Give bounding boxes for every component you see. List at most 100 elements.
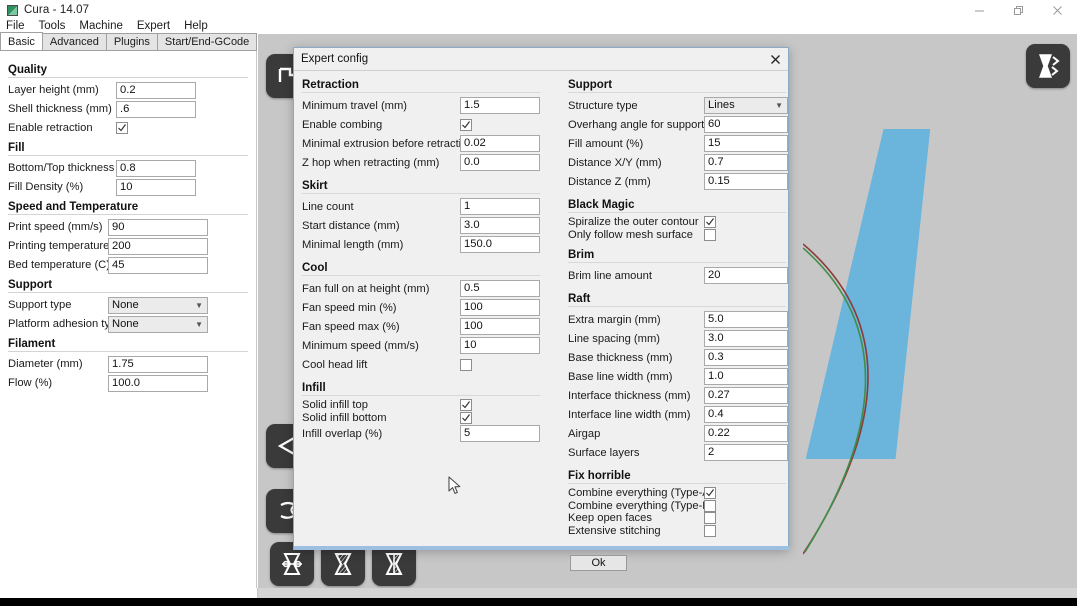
support-distance-xy-input[interactable]: 0.7 <box>704 154 788 171</box>
overhang-angle-input[interactable]: 60 <box>704 116 788 133</box>
setting-label: Platform adhesion type <box>8 318 123 330</box>
raft-airgap-input[interactable]: 0.22 <box>704 425 788 442</box>
combine-everything-type-a-checkbox[interactable] <box>704 487 716 500</box>
support-fill-amount-input[interactable]: 15 <box>704 135 788 152</box>
minimum-travel-input[interactable]: 1.5 <box>460 97 540 114</box>
close-button[interactable] <box>1038 0 1077 20</box>
enable-combing-checkbox[interactable] <box>460 118 472 131</box>
window-controls <box>960 0 1077 20</box>
group-title-support: Support <box>8 279 53 291</box>
group-title-speed-temperature: Speed and Temperature <box>8 201 139 213</box>
extensive-stitching-checkbox[interactable] <box>704 524 716 537</box>
menu-item-machine[interactable]: Machine <box>72 20 129 33</box>
minimum-speed-input[interactable]: 10 <box>460 337 540 354</box>
menu-item-expert[interactable]: Expert <box>130 20 177 33</box>
skirt-minimal-length-input[interactable]: 150.0 <box>460 236 540 253</box>
chevron-down-icon: ▼ <box>775 101 783 110</box>
setting-row: Printing temperature (C) 200 <box>0 237 256 255</box>
dialog-close-button[interactable] <box>766 51 784 68</box>
skirt-start-distance-input[interactable]: 3.0 <box>460 217 540 234</box>
brim-line-amount-input[interactable]: 20 <box>704 267 788 284</box>
divider <box>8 292 248 293</box>
setting-row: Enable combing <box>300 115 542 134</box>
menu-item-help[interactable]: Help <box>177 20 215 33</box>
setting-row: Bottom/Top thickness (mm) 0.8 <box>0 159 256 177</box>
setting-row: Solid infill top <box>300 399 542 412</box>
skirt-line-count-input[interactable]: 1 <box>460 198 540 215</box>
restore-button[interactable] <box>999 0 1038 20</box>
cool-head-lift-checkbox[interactable] <box>460 358 472 371</box>
filament-flow-input[interactable]: 100.0 <box>108 374 208 392</box>
raft-line-spacing-input[interactable]: 3.0 <box>704 330 788 347</box>
support-distance-z-input[interactable]: 0.15 <box>704 173 788 190</box>
layer-height-input[interactable]: 0.2 <box>116 81 196 99</box>
setting-row: Extra margin (mm) 5.0 <box>566 310 788 329</box>
divider <box>568 306 786 307</box>
bed-temperature-input[interactable]: 45 <box>108 256 208 274</box>
setting-row: Interface thickness (mm) 0.27 <box>566 386 788 405</box>
divider <box>8 155 248 156</box>
setting-label: Combine everything (Type-A) <box>568 487 714 500</box>
keep-open-faces-checkbox[interactable] <box>704 512 716 525</box>
group-title-cool: Cool <box>302 262 328 274</box>
dialog-title-bar: Expert config <box>294 48 788 71</box>
fan-speed-max-input[interactable]: 100 <box>460 318 540 335</box>
setting-label: Fan speed max (%) <box>302 320 400 333</box>
setting-row: Layer height (mm) 0.2 <box>0 81 256 99</box>
support-type-value: None <box>112 298 139 311</box>
support-type-select[interactable]: None ▼ <box>108 296 208 314</box>
raft-base-line-width-input[interactable]: 1.0 <box>704 368 788 385</box>
platform-adhesion-type-select[interactable]: None ▼ <box>108 315 208 333</box>
setting-row: Keep open faces <box>566 512 788 525</box>
raft-surface-layers-input[interactable]: 2 <box>704 444 788 461</box>
setting-label: Minimal extrusion before retracting (mm) <box>302 137 503 150</box>
group-title-fill: Fill <box>8 142 25 154</box>
group-title-support: Support <box>568 79 613 91</box>
setting-label: Line count <box>302 200 354 213</box>
setting-label: Minimum travel (mm) <box>302 99 408 112</box>
setting-label: Cool head lift <box>302 358 368 371</box>
setting-row: Line spacing (mm) 3.0 <box>566 329 788 348</box>
minimize-button[interactable] <box>960 0 999 20</box>
setting-row: Fill Density (%) 10 <box>0 178 256 196</box>
tab-basic[interactable]: Basic <box>0 32 43 50</box>
ok-button[interactable]: Ok <box>570 555 627 571</box>
only-follow-mesh-surface-checkbox[interactable] <box>704 228 716 241</box>
raft-base-thickness-input[interactable]: 0.3 <box>704 349 788 366</box>
raft-extra-margin-input[interactable]: 5.0 <box>704 311 788 328</box>
toolpath-preview <box>803 243 869 555</box>
cura-application-window: Cura - 14.07 File Tools Machine Expert H… <box>0 0 1077 606</box>
setting-row: Minimum travel (mm) 1.5 <box>300 96 542 115</box>
solid-infill-top-checkbox[interactable] <box>460 399 472 412</box>
raft-interface-line-width-input[interactable]: 0.4 <box>704 406 788 423</box>
minimal-extrusion-before-retracting-input[interactable]: 0.02 <box>460 135 540 152</box>
tab-advanced[interactable]: Advanced <box>41 33 107 50</box>
fan-full-on-at-height-input[interactable]: 0.5 <box>460 280 540 297</box>
solid-infill-bottom-checkbox[interactable] <box>460 411 472 424</box>
support-structure-type-select[interactable]: Lines ▼ <box>704 97 788 114</box>
fill-density-input[interactable]: 10 <box>116 178 196 196</box>
raft-interface-thickness-input[interactable]: 0.27 <box>704 387 788 404</box>
dialog-title: Expert config <box>301 53 369 65</box>
group-title-fix-horrible: Fix horrible <box>568 470 631 482</box>
divider <box>568 483 786 484</box>
fan-speed-min-input[interactable]: 100 <box>460 299 540 316</box>
view-mode-selector[interactable] <box>1026 44 1070 88</box>
filament-diameter-input[interactable]: 1.75 <box>108 355 208 373</box>
enable-retraction-checkbox[interactable] <box>116 122 128 134</box>
combine-everything-type-b-checkbox[interactable] <box>704 499 716 512</box>
bottom-top-thickness-input[interactable]: 0.8 <box>116 159 196 177</box>
shell-thickness-input[interactable]: .6 <box>116 100 196 118</box>
setting-label: Start distance (mm) <box>302 219 400 232</box>
divider <box>302 395 540 396</box>
setting-row: Interface line width (mm) 0.4 <box>566 405 788 424</box>
divider <box>302 193 540 194</box>
setting-label: Enable combing <box>302 118 383 131</box>
tab-plugins[interactable]: Plugins <box>105 33 158 50</box>
tab-start-end-gcode[interactable]: Start/End-GCode <box>156 33 258 50</box>
infill-overlap-input[interactable]: 5 <box>460 425 540 442</box>
printing-temperature-input[interactable]: 200 <box>108 237 208 255</box>
spiralize-outer-contour-checkbox[interactable] <box>704 216 716 229</box>
print-speed-input[interactable]: 90 <box>108 218 208 236</box>
z-hop-when-retracting-input[interactable]: 0.0 <box>460 154 540 171</box>
